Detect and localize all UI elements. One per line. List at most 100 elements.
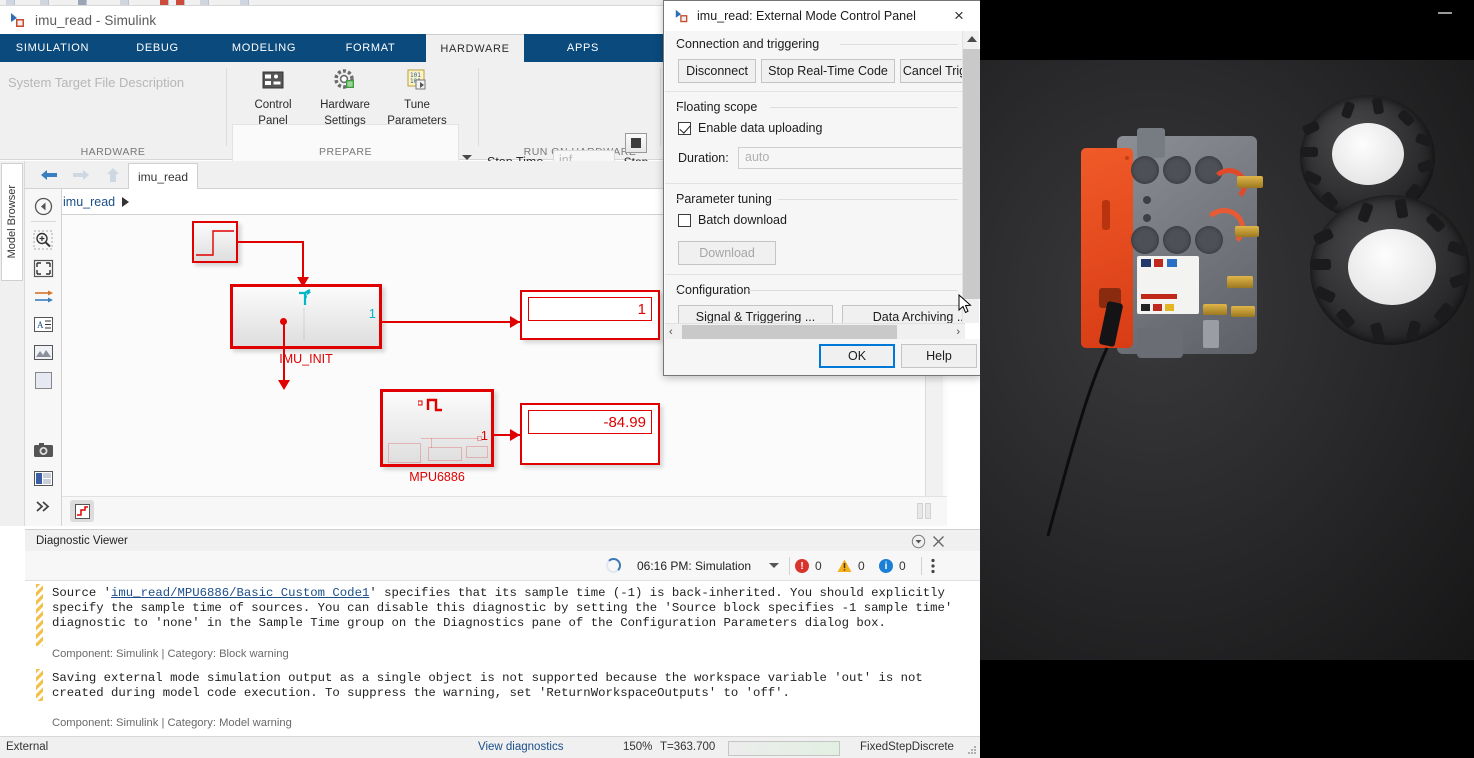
status-zoom[interactable]: 150% — [623, 741, 652, 753]
display-block-1[interactable]: 1 — [520, 290, 660, 340]
signal-plot-icon[interactable] — [70, 500, 94, 522]
block-mpu6886[interactable]: 1 — [380, 389, 494, 467]
imu-init-port-label: 1 — [368, 306, 376, 321]
tune-parameters-icon: 101 100 — [402, 68, 432, 96]
view-diagnostics-link[interactable]: View diagnostics — [478, 741, 563, 753]
diagnostic-meta-2: Component: Simulink | Category: Model wa… — [52, 717, 292, 729]
breadcrumb-item-imu-read[interactable]: imu_read — [63, 195, 115, 209]
navigate-up-icon[interactable] — [32, 195, 55, 218]
duration-input[interactable]: auto — [738, 147, 964, 169]
simulation-progress-bar — [728, 741, 840, 756]
model-tab-imu-read[interactable]: imu_read — [128, 163, 198, 189]
warning-count[interactable]: 0 — [837, 559, 865, 573]
hardware-settings-label-2: Settings — [324, 115, 366, 127]
warning-stripe — [36, 584, 43, 646]
divider — [789, 557, 790, 575]
dialog-title-bar: imu_read: External Mode Control Panel — [664, 1, 980, 31]
group-label-connection: Connection and triggering — [676, 37, 820, 51]
video-frame — [980, 60, 1474, 660]
disconnect-button[interactable]: Disconnect — [678, 59, 756, 83]
status-mode: External — [6, 741, 49, 753]
tab-hardware[interactable]: HARDWARE — [426, 34, 524, 62]
block-label-imu-init: IMU_INIT — [279, 352, 333, 366]
video-preview-pane[interactable]: 00:00 — [980, 0, 1474, 758]
tab-modeling[interactable]: MODELING — [210, 34, 318, 62]
tab-debug[interactable]: DEBUG — [105, 34, 210, 62]
close-icon[interactable] — [932, 535, 945, 548]
simulink-model-icon — [674, 8, 690, 24]
dialog-scroll-thumb[interactable] — [963, 49, 980, 299]
model-tab-label: imu_read — [137, 169, 189, 184]
resize-grip-icon[interactable] — [967, 746, 977, 756]
tab-apps[interactable]: APPS — [524, 34, 642, 62]
signal-lines-icon[interactable] — [32, 285, 55, 308]
group-label-parameter-tuning: Parameter tuning — [676, 192, 772, 206]
camera-icon[interactable] — [32, 439, 55, 462]
error-count-value: 0 — [815, 559, 822, 573]
forward-icon[interactable] — [70, 165, 92, 185]
image-icon[interactable] — [32, 341, 55, 364]
batch-download-checkbox[interactable]: Batch download — [678, 213, 787, 227]
warning-icon — [837, 559, 852, 573]
ribbon-divider-1 — [226, 68, 227, 146]
viewmarks-icon[interactable] — [32, 467, 55, 490]
block-step-source[interactable] — [192, 221, 238, 263]
fit-to-view-icon[interactable] — [32, 257, 55, 280]
tab-format[interactable]: FORMAT — [318, 34, 423, 62]
status-time: T=363.700 — [660, 741, 716, 753]
error-count[interactable]: ! 0 — [795, 559, 822, 573]
status-bar: External View diagnostics 150% T=363.700… — [0, 736, 980, 758]
area-icon[interactable] — [32, 369, 55, 392]
diagnostic-meta-1: Component: Simulink | Category: Block wa… — [52, 648, 289, 660]
diagnostic-viewer-body[interactable]: Source 'imu_read/MPU6886/Basic Custom Co… — [25, 581, 980, 736]
canvas-tool-rail: A — [25, 189, 62, 526]
chevron-down-icon[interactable] — [769, 563, 779, 568]
chevron-left-icon[interactable]: ‹ — [669, 327, 673, 338]
simulink-model-icon — [9, 11, 27, 29]
back-icon[interactable] — [38, 165, 60, 185]
mouse-pointer — [958, 293, 972, 314]
display-block-2[interactable]: -84.99 — [520, 403, 660, 465]
model-browser-tab[interactable]: Model Browser — [1, 163, 23, 281]
cancel-trigger-button[interactable]: Cancel Trigg — [900, 59, 965, 83]
help-button[interactable]: Help — [901, 344, 977, 368]
breadcrumb-chevron-icon[interactable] — [122, 196, 130, 207]
info-count[interactable]: i 0 — [879, 559, 906, 573]
dialog-content: Connection and triggering Disconnect Sto… — [665, 31, 965, 341]
arrowhead-display2-input — [510, 429, 520, 441]
chevron-right-icon[interactable]: › — [956, 327, 960, 338]
ok-button[interactable]: OK — [819, 344, 895, 368]
ribbon-group-label-prepare: PREPARE — [319, 146, 372, 158]
zoom-icon[interactable] — [32, 229, 55, 252]
stop-real-time-code-button[interactable]: Stop Real-Time Code — [761, 59, 895, 83]
model-browser-label: Model Browser — [6, 185, 18, 259]
enable-data-uploading-checkbox[interactable]: Enable data uploading — [678, 121, 822, 135]
diagnostic-viewer-title: Diagnostic Viewer — [36, 534, 128, 547]
hardware-settings-label-1: Hardware — [320, 99, 370, 111]
tab-simulation[interactable]: SIMULATION — [0, 34, 105, 62]
more-chevrons-icon[interactable] — [32, 495, 55, 518]
minimize-icon[interactable] — [1438, 12, 1452, 14]
dialog-vertical-scrollbar[interactable] — [962, 31, 980, 323]
status-solver[interactable]: FixedStepDiscrete — [860, 741, 954, 753]
kebab-menu-icon[interactable] — [931, 558, 935, 574]
block-imu-init[interactable]: 1 — [230, 284, 382, 349]
dialog-horizontal-scrollbar[interactable]: ‹ › — [665, 323, 965, 340]
tune-parameters-button[interactable]: 101 100 Tune Parameters — [382, 68, 452, 132]
ribbon-group-hardware: System Target File Description esp32.tlc… — [0, 62, 226, 187]
chevron-up-icon[interactable] — [967, 36, 977, 42]
control-panel-button[interactable]: Control Panel — [238, 68, 308, 132]
ribbon-divider-3 — [660, 68, 661, 146]
close-icon[interactable]: × — [938, 1, 980, 31]
diagnostic-message-1: Source 'imu_read/MPU6886/Basic Custom Co… — [52, 586, 970, 632]
hardware-settings-button[interactable]: Hardware Settings — [310, 68, 380, 132]
annotation-icon[interactable]: A — [32, 313, 55, 336]
prepare-overflow-chevron-icon[interactable] — [462, 155, 472, 160]
up-icon[interactable] — [102, 165, 124, 185]
message-1-link[interactable]: imu_read/MPU6886/Basic Custom Code1 — [111, 586, 369, 600]
collapse-icon[interactable] — [911, 534, 926, 549]
external-mode-control-panel-dialog[interactable]: imu_read: External Mode Control Panel × … — [663, 0, 981, 376]
diagnostic-stage-label[interactable]: 06:16 PM: Simulation — [637, 559, 751, 573]
dialog-hscroll-thumb[interactable] — [682, 325, 897, 339]
display-value-1: 1 — [528, 297, 652, 321]
